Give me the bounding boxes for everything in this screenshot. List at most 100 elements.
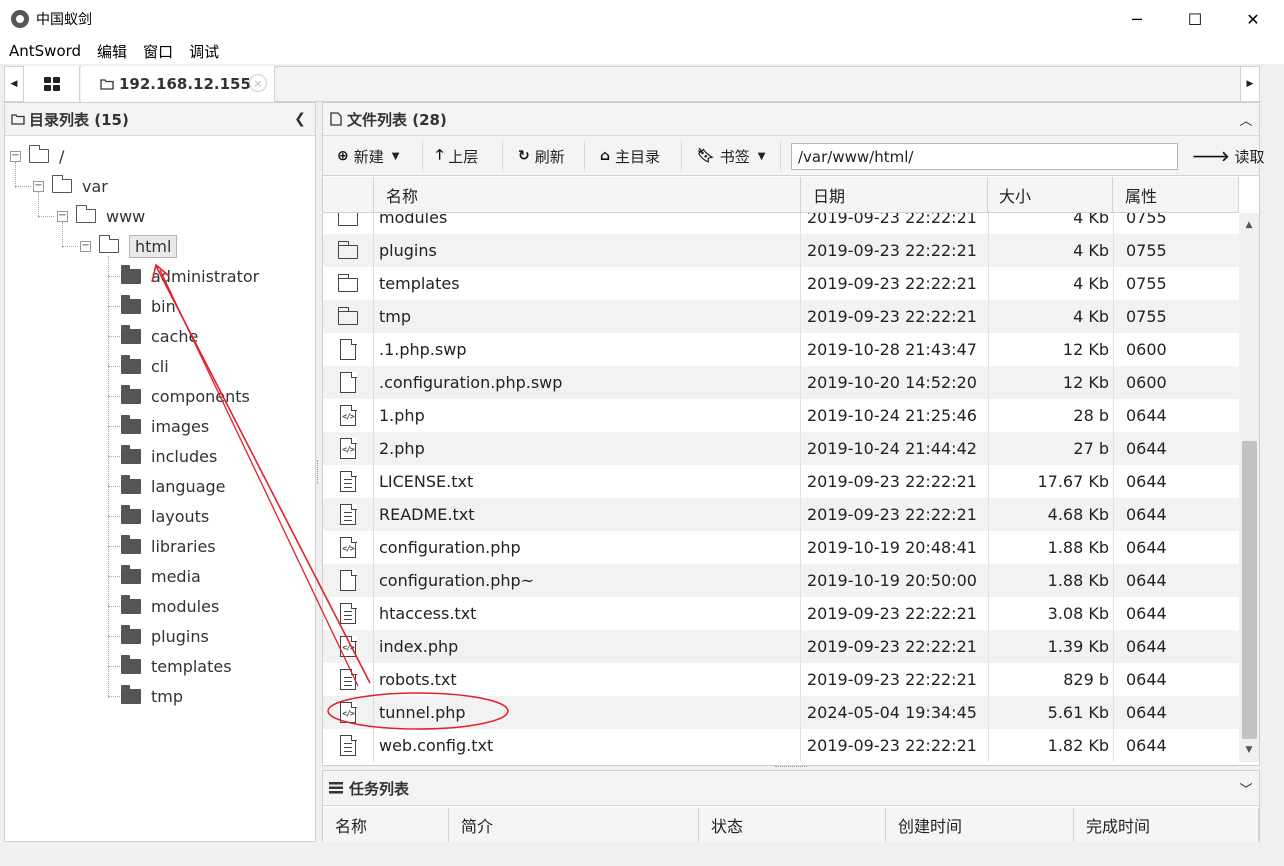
tab-close-icon[interactable]: × [249, 74, 267, 92]
file-row[interactable]: </> 1.php 2019-10-24 21:25:46 28 b 0644 [323, 399, 1239, 432]
path-input[interactable] [791, 143, 1178, 170]
file-row[interactable]: modules 2019-09-23 22:22:21 4 Kb 0755 [323, 213, 1239, 234]
file-row[interactable]: configuration.php~ 2019-10-19 20:50:00 1.8… [323, 564, 1239, 597]
menu-edit[interactable]: 编辑 [97, 41, 127, 62]
task-column-created[interactable]: 创建时间 [886, 808, 1074, 842]
collapse-left-icon[interactable]: ❮ [292, 110, 308, 128]
menu-antsword[interactable]: AntSword [9, 42, 81, 60]
task-column-finished[interactable]: 完成时间 [1074, 808, 1259, 842]
refresh-button[interactable]: ↻ 刷新 [518, 136, 565, 176]
new-button[interactable]: ⊕ 新建 ▼ [337, 136, 399, 176]
maximize-button[interactable]: ☐ [1166, 0, 1224, 38]
tree-node-label: includes [151, 446, 218, 466]
task-column-summary[interactable]: 简介 [449, 808, 699, 842]
column-attr[interactable]: 属性 [1113, 177, 1239, 213]
minimize-button[interactable]: ─ [1108, 0, 1166, 38]
column-size[interactable]: 大小 [988, 177, 1113, 213]
grid-icon [43, 77, 60, 91]
tree-node-child[interactable]: plugins [121, 624, 209, 648]
close-window-button[interactable]: ✕ [1224, 0, 1282, 38]
task-column-status[interactable]: 状态 [699, 808, 886, 842]
collapse-up-icon[interactable]: ︿ [1238, 110, 1254, 129]
tab-host-label: 192.168.12.155 [119, 75, 251, 93]
tree-node-child[interactable]: language [121, 474, 226, 498]
tree-node-child[interactable]: cli [121, 354, 169, 378]
scroll-up-icon[interactable]: ▲ [1239, 215, 1259, 235]
tree-connector [38, 192, 39, 218]
file-date: 2019-09-23 22:22:21 [807, 241, 977, 260]
tree-node-child[interactable]: images [121, 414, 209, 438]
task-panel-header: 任务列表 [323, 771, 1259, 806]
read-button[interactable]: 🡒 读取 [1192, 136, 1265, 176]
tab-host[interactable]: 192.168.12.155 [81, 66, 275, 102]
file-date: 2019-10-19 20:48:41 [807, 538, 977, 557]
tree-node-child[interactable]: components [121, 384, 250, 408]
up-button[interactable]: 🡑 上层 [436, 136, 478, 176]
tree-node-child[interactable]: cache [121, 324, 198, 348]
tree-node-www[interactable]: www [75, 204, 145, 228]
file-row[interactable]: LICENSE.txt 2019-09-23 22:22:21 17.67 Kb 06… [323, 465, 1239, 498]
file-name: configuration.php~ [379, 571, 535, 590]
file-row-icon-cell [323, 465, 374, 498]
file-size: 4.68 Kb [1047, 505, 1109, 524]
collapse-down-icon[interactable]: ﹀ [1238, 779, 1254, 798]
toolbar-separator [502, 141, 503, 171]
tree-node-root[interactable]: / [28, 144, 64, 168]
file-row[interactable]: robots.txt 2019-09-23 22:22:21 829 b 0644 [323, 663, 1239, 696]
menu-window[interactable]: 窗口 [143, 41, 173, 62]
tree-collapse-toggle[interactable]: − [33, 181, 44, 192]
file-row[interactable]: htaccess.txt 2019-09-23 22:22:21 3.08 Kb 06… [323, 597, 1239, 630]
file-size: 4 Kb [1073, 213, 1109, 227]
tab-home[interactable] [24, 66, 80, 102]
scrollbar-thumb[interactable] [1242, 441, 1257, 739]
tree-collapse-toggle[interactable]: − [57, 211, 68, 222]
file-row[interactable]: tmp 2019-09-23 22:22:21 4 Kb 0755 [323, 300, 1239, 333]
folder-icon [121, 534, 141, 554]
tree-collapse-toggle[interactable]: − [10, 151, 21, 162]
file-row[interactable]: templates 2019-09-23 22:22:21 4 Kb 0755 [323, 267, 1239, 300]
tree-connector [108, 636, 120, 637]
file-row[interactable]: plugins 2019-09-23 22:22:21 4 Kb 0755 [323, 234, 1239, 267]
tree-node-label: components [151, 386, 250, 406]
bookmarks-button[interactable]: 🔖︎ 书签 ▼ [697, 136, 766, 176]
file-row[interactable]: .1.php.swp 2019-10-28 21:43:47 12 Kb 0600 [323, 333, 1239, 366]
splitter-handle[interactable] [775, 766, 807, 769]
folder-open-icon [51, 175, 72, 193]
task-column-name[interactable]: 名称 [323, 808, 449, 842]
file-row[interactable]: </> 2.php 2019-10-24 21:44:42 27 b 0644 [323, 432, 1239, 465]
tree-node-child[interactable]: modules [121, 594, 219, 618]
tree-node-child[interactable]: bin [121, 294, 176, 318]
file-row-icon-cell [323, 498, 374, 531]
scroll-down-icon[interactable]: ▼ [1239, 740, 1259, 760]
home-dir-button[interactable]: ⌂ 主目录 [600, 136, 660, 176]
file-date: 2019-09-23 22:22:21 [807, 670, 977, 689]
tab-scroll-left-icon[interactable]: ◀ [4, 66, 24, 102]
tree-node-html[interactable]: html [98, 234, 178, 258]
file-attr: 0644 [1126, 571, 1167, 590]
menu-debug[interactable]: 调试 [189, 41, 219, 62]
splitter-handle[interactable] [317, 460, 320, 484]
file-row[interactable]: </> index.php 2019-09-23 22:22:21 1.39 Kb 06… [323, 630, 1239, 663]
tree-connector [108, 256, 109, 698]
tree-node-var[interactable]: var [51, 174, 108, 198]
file-row[interactable]: </> tunnel.php 2024-05-04 19:34:45 5.61 Kb 0… [323, 696, 1239, 729]
column-date[interactable]: 日期 [801, 177, 988, 213]
file-row[interactable]: web.config.txt 2019-09-23 22:22:21 1.82 Kb… [323, 729, 1239, 762]
file-date: 2019-09-23 22:22:21 [807, 505, 977, 524]
column-name[interactable]: 名称 [375, 177, 801, 213]
tree-node-child[interactable]: includes [121, 444, 217, 468]
file-size: 1.88 Kb [1047, 538, 1109, 557]
tree-node-child[interactable]: layouts [121, 504, 209, 528]
tree-node-child[interactable]: administrator [121, 264, 259, 288]
tree-node-child[interactable]: libraries [121, 534, 216, 558]
tree-node-child[interactable]: tmp [121, 684, 183, 708]
tree-node-label: tmp [151, 686, 184, 706]
file-row[interactable]: </> configuration.php 2019-10-19 20:48:41 1… [323, 531, 1239, 564]
file-date: 2019-09-23 22:22:21 [807, 274, 977, 293]
tree-node-child[interactable]: media [121, 564, 201, 588]
file-row[interactable]: .configuration.php.swp 2019-10-20 14:52:2… [323, 366, 1239, 399]
file-row[interactable]: README.txt 2019-09-23 22:22:21 4.68 Kb 0644 [323, 498, 1239, 531]
tree-collapse-toggle[interactable]: − [80, 241, 91, 252]
tree-node-child[interactable]: templates [121, 654, 232, 678]
tab-scroll-right-icon[interactable]: ▶ [1240, 66, 1260, 102]
